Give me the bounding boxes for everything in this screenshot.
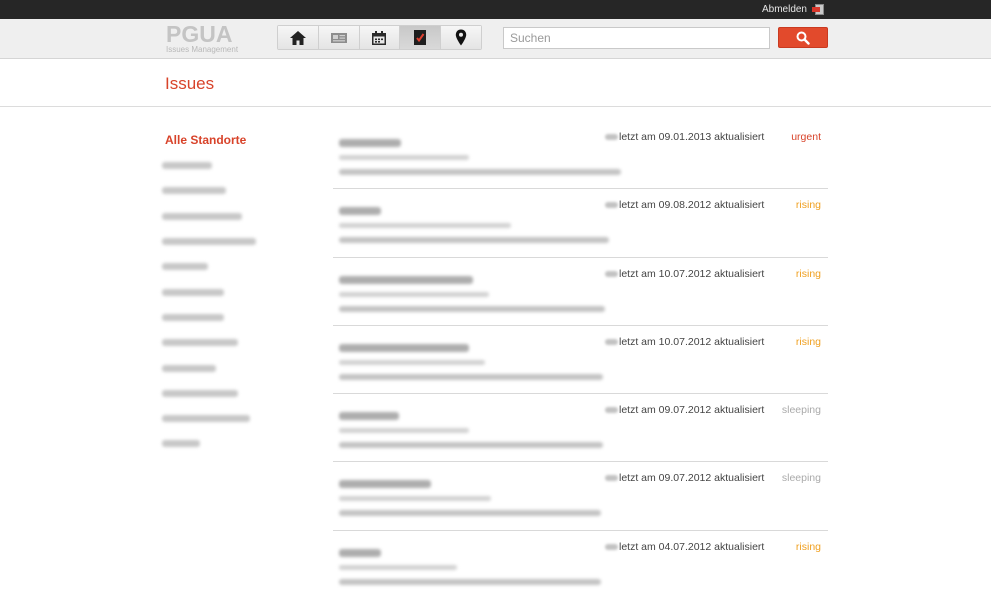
top-bar: Abmelden	[0, 0, 991, 19]
sidebar-item[interactable]	[162, 381, 312, 406]
issue-updated: letzt am 10.07.2012 aktualisiert	[605, 268, 764, 280]
status-label: rising	[795, 267, 821, 280]
issue-row[interactable]: letzt am 09.07.2012 aktualisiert sleepin…	[333, 462, 828, 531]
status-label: urgent	[791, 131, 821, 143]
logout-link[interactable]: Abmelden	[762, 0, 825, 19]
sidebar-item[interactable]	[162, 431, 312, 456]
status-label: rising	[795, 199, 821, 212]
issue-row[interactable]: letzt am 10.07.2012 aktualisiert rising	[333, 258, 828, 326]
nav-locations-button[interactable]	[441, 26, 481, 49]
main-navigation	[277, 25, 482, 50]
logo-title: PGUA	[166, 21, 233, 47]
location-pin-icon	[455, 29, 467, 46]
issue-updated: letzt am 09.01.2013 aktualisiert	[605, 131, 764, 143]
sidebar-item[interactable]	[162, 279, 312, 304]
logout-label[interactable]: Abmelden	[762, 4, 807, 15]
sidebar-item-all-locations[interactable]: Alle Standorte	[162, 133, 312, 153]
sidebar-item[interactable]	[162, 406, 312, 431]
issue-updated: letzt am 09.08.2012 aktualisiert	[605, 199, 764, 211]
sidebar-item[interactable]	[162, 153, 312, 178]
status-label: sleeping	[781, 404, 821, 417]
issue-row[interactable]: letzt am 09.08.2012 aktualisiert rising	[333, 189, 828, 258]
status-label: sleeping	[781, 472, 821, 485]
location-sidebar: Alle Standorte	[162, 133, 312, 457]
issue-updated: letzt am 09.07.2012 aktualisiert	[605, 472, 764, 484]
title-divider	[0, 106, 991, 107]
status-label: rising	[795, 335, 821, 348]
issues-document-icon	[414, 30, 427, 45]
sidebar-item[interactable]	[162, 355, 312, 380]
issue-updated: letzt am 10.07.2012 aktualisiert	[605, 336, 764, 348]
nav-issues-button[interactable]	[400, 26, 442, 49]
logo[interactable]: PGUA Issues Management	[166, 23, 246, 57]
sidebar-item[interactable]	[162, 229, 312, 254]
calendar-icon	[372, 30, 387, 45]
search-input[interactable]	[503, 27, 770, 49]
header: PGUA Issues Management	[0, 19, 991, 59]
sidebar-item[interactable]	[162, 204, 312, 229]
issue-updated: letzt am 09.07.2012 aktualisiert	[605, 404, 764, 416]
sidebar-item[interactable]	[162, 254, 312, 279]
issue-list: letzt am 09.01.2013 aktualisiert urgent …	[333, 121, 828, 599]
issue-row[interactable]: letzt am 09.07.2012 aktualisiert sleepin…	[333, 394, 828, 463]
issue-row[interactable]: letzt am 09.01.2013 aktualisiert urgent	[333, 121, 828, 190]
page-title: Issues	[165, 74, 215, 93]
newspaper-icon	[330, 32, 347, 43]
search-icon	[796, 31, 810, 45]
home-icon	[289, 30, 306, 45]
logo-subtitle: Issues Management	[166, 45, 239, 54]
search-button[interactable]	[778, 27, 828, 48]
issue-updated: letzt am 04.07.2012 aktualisiert	[605, 541, 764, 553]
nav-home-button[interactable]	[278, 26, 319, 49]
sidebar-item[interactable]	[162, 330, 312, 355]
issue-row[interactable]: letzt am 04.07.2012 aktualisiert rising	[333, 531, 828, 599]
sidebar-item[interactable]	[162, 305, 312, 330]
nav-news-button[interactable]	[318, 26, 360, 49]
sidebar-item[interactable]	[162, 178, 312, 203]
status-label: rising	[795, 540, 821, 553]
logout-icon[interactable]	[812, 4, 825, 15]
nav-calendar-button[interactable]	[359, 26, 401, 49]
issue-row[interactable]: letzt am 10.07.2012 aktualisiert rising	[333, 326, 828, 395]
